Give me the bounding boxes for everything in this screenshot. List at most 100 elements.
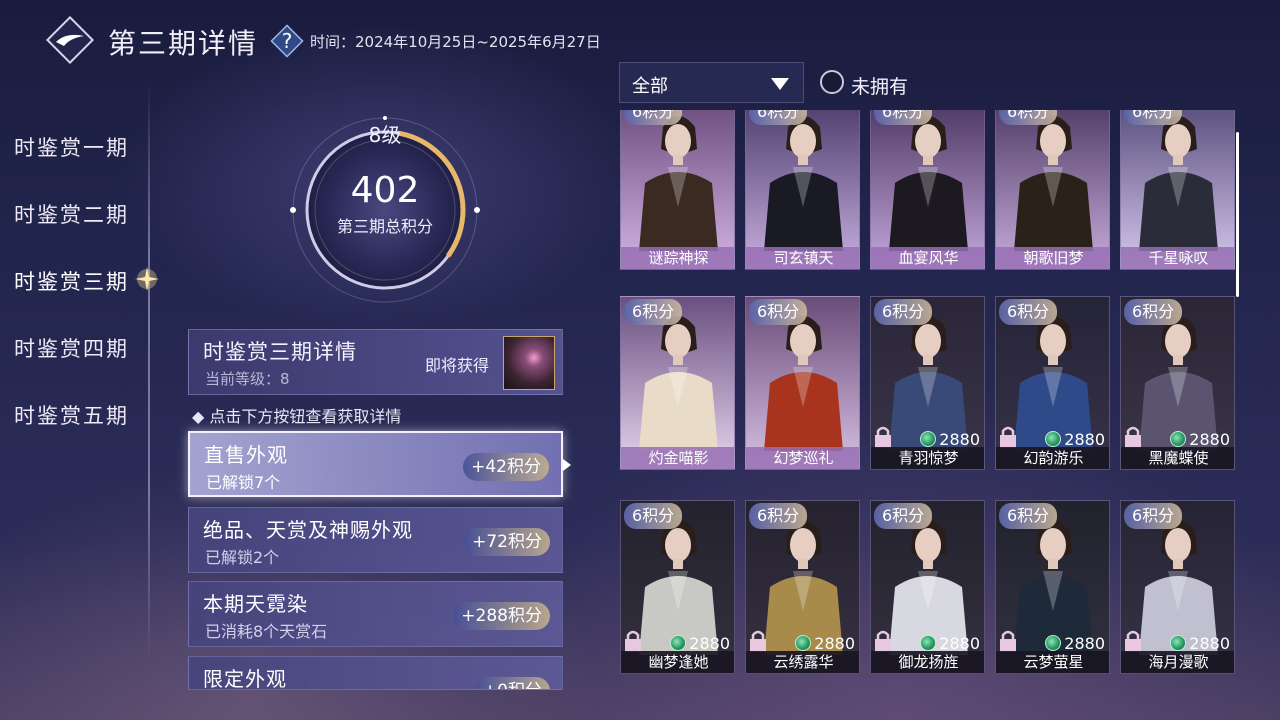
points-badge: 6积分 <box>624 299 683 325</box>
page-title: 第三期详情 <box>108 27 259 60</box>
lock-icon <box>1000 630 1016 652</box>
lock-icon <box>1000 426 1016 448</box>
points-badge: 6积分 <box>874 110 933 125</box>
outfit-name: 灼金喵影 <box>621 447 734 469</box>
points-badge: 6积分 <box>624 503 683 529</box>
outfit-card[interactable]: 6积分 2880 御龙扬旌 <box>870 500 985 674</box>
sidebar-item-period-2[interactable]: 时鉴赏二期 <box>14 199 129 229</box>
outfit-card[interactable]: 6积分 2880 青羽惊梦 <box>870 296 985 470</box>
outfit-portrait-image <box>1139 116 1218 251</box>
outfit-card[interactable]: 6积分 2880 海月漫歌 <box>1120 500 1235 674</box>
total-score: 402 <box>350 170 420 211</box>
dropdown-arrow-icon <box>771 78 789 90</box>
jade-coin-icon <box>670 635 687 651</box>
points-badge: 6积分 <box>749 503 808 529</box>
lock-icon <box>875 630 891 652</box>
outfit-name: 幽梦逢她 <box>621 651 734 673</box>
lock-icon <box>875 426 891 448</box>
points-badge: 6积分 <box>874 299 933 325</box>
outfit-name: 幻韵游乐 <box>996 447 1109 469</box>
outfit-name: 御龙扬旌 <box>871 651 984 673</box>
points-badge: 6积分 <box>1124 110 1183 125</box>
outfit-card[interactable]: 6积分 幻梦巡礼 <box>745 296 860 470</box>
question-icon[interactable]: ? <box>270 24 304 58</box>
hint-text: ◆ 点击下方按钮查看获取详情 <box>192 407 402 426</box>
outfit-grid: 6积分 谜踪神探 6积分 司玄镇天 6积分 血宴风华 6积分 朝歌旧梦 6积分 千星咏叹 6积分 灼金… <box>618 110 1238 690</box>
lock-icon <box>1125 426 1141 448</box>
back-icon[interactable] <box>46 16 94 64</box>
jade-coin-icon <box>1045 635 1062 651</box>
points-badge: +42积分 <box>463 453 549 481</box>
period-text: 时间：2024年10月25日~2025年6月27日 <box>310 33 601 51</box>
outfit-name: 青羽惊梦 <box>871 447 984 469</box>
points-badge: 6积分 <box>624 110 683 125</box>
score-label: 第三期总积分 <box>336 217 433 236</box>
jade-coin-icon <box>1170 431 1187 447</box>
sidebar-item-period-4[interactable]: 时鉴赏四期 <box>14 333 129 363</box>
outfit-name: 云绣露华 <box>746 651 859 673</box>
selected-row-arrow-icon <box>563 459 571 471</box>
period-details-card[interactable]: 时鉴赏三期详情 当前等级：8 即将获得 <box>188 329 563 395</box>
selected-sparkle-icon <box>135 267 159 291</box>
points-badge: +0积分 <box>474 677 550 689</box>
outfit-card[interactable]: 6积分 司玄镇天 <box>745 110 860 270</box>
details-title: 时鉴赏三期详情 <box>203 340 357 364</box>
jade-coin-icon <box>1045 431 1062 447</box>
grid-scrollbar[interactable] <box>1236 132 1239 297</box>
outfit-card[interactable]: 6积分灼金喵影 <box>620 296 735 470</box>
outfit-name: 黑魔蝶使 <box>1121 447 1234 469</box>
svg-text:?: ? <box>282 29 293 53</box>
row-title: 绝品、天赏及神赐外观 <box>203 518 413 542</box>
points-badge: 6积分 <box>1124 299 1183 325</box>
points-badge: 6积分 <box>999 110 1058 125</box>
outfit-portrait-image <box>889 116 968 251</box>
row-subtitle: 已解锁7个 <box>206 473 281 492</box>
outfit-name: 血宴风华 <box>871 247 984 269</box>
row-title: 本期天霓染 <box>203 592 308 616</box>
row-subtitle: 已解锁2个 <box>205 548 280 567</box>
outfit-card[interactable]: 6积分血宴风华 <box>870 110 985 270</box>
outfit-card[interactable]: 6积分谜踪神探 <box>620 110 735 270</box>
outfit-portrait-image <box>1014 116 1093 251</box>
points-badge: +288积分 <box>453 602 550 630</box>
jade-coin-icon <box>920 431 937 447</box>
not-owned-radio[interactable] <box>820 70 844 94</box>
outfit-card[interactable]: 6积分 2880 幻韵游乐 <box>995 296 1110 470</box>
row-limited-outfits[interactable]: 限定外观 +0积分 <box>188 656 563 690</box>
outfit-card[interactable]: 6积分朝歌旧梦 <box>995 110 1110 270</box>
lock-icon <box>1125 630 1141 652</box>
points-badge: 6积分 <box>1124 503 1183 529</box>
lock-icon <box>625 630 641 652</box>
sidebar-divider <box>148 80 150 660</box>
upcoming-reward-thumbnail[interactable] <box>503 336 555 390</box>
level-label: 8级 <box>368 123 402 147</box>
outfit-name: 朝歌旧梦 <box>996 247 1109 269</box>
upcoming-reward-label: 即将获得 <box>425 356 490 375</box>
sidebar-item-period-3[interactable]: 时鉴赏三期 <box>14 266 129 296</box>
category-filter-dropdown[interactable]: 全部 <box>619 62 804 103</box>
outfit-name: 云梦萤星 <box>996 651 1109 673</box>
row-dye[interactable]: 本期天霓染 已消耗8个天赏石 +288积分 <box>188 581 563 647</box>
outfit-name: 谜踪神探 <box>621 247 734 269</box>
jade-coin-icon <box>795 635 812 651</box>
outfit-name: 幻梦巡礼 <box>746 447 859 469</box>
outfit-card[interactable]: 6积分 2880 云绣露华 <box>745 500 860 674</box>
row-direct-sale[interactable]: 直售外观 已解锁7个 +42积分 <box>188 431 563 497</box>
outfit-card[interactable]: 6积分 2880 幽梦逢她 <box>620 500 735 674</box>
jade-coin-icon <box>920 635 937 651</box>
sidebar-item-period-5[interactable]: 时鉴赏五期 <box>14 400 129 430</box>
outfit-card[interactable]: 6积分 千星咏叹 <box>1120 110 1235 270</box>
outfit-card[interactable]: 6积分 2880 黑魔蝶使 <box>1120 296 1235 470</box>
outfit-portrait-image <box>764 116 843 251</box>
row-title: 直售外观 <box>204 443 288 467</box>
lock-icon <box>750 630 766 652</box>
points-badge: 6积分 <box>999 503 1058 529</box>
sidebar-item-period-1[interactable]: 时鉴赏一期 <box>14 132 129 162</box>
points-badge: 6积分 <box>874 503 933 529</box>
outfit-card[interactable]: 6积分 2880 云梦萤星 <box>995 500 1110 674</box>
points-badge: 6积分 <box>999 299 1058 325</box>
row-premium-outfits[interactable]: 绝品、天赏及神赐外观 已解锁2个 +72积分 <box>188 507 563 573</box>
filter-selected-value: 全部 <box>632 76 668 97</box>
jade-coin-icon <box>1170 635 1187 651</box>
not-owned-label[interactable]: 未拥有 <box>851 72 908 99</box>
